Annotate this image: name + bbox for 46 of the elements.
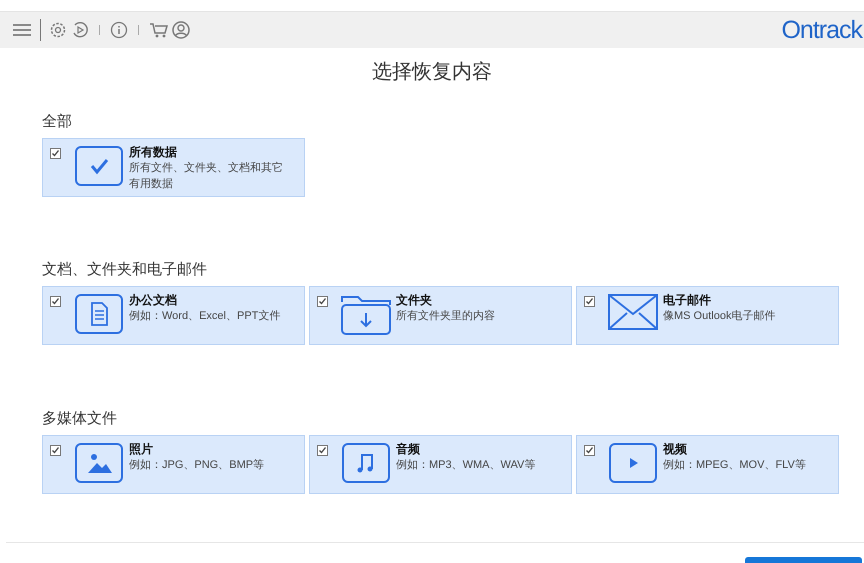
checkmark-icon — [75, 146, 123, 186]
play-circle-icon[interactable] — [71, 21, 89, 39]
option-card[interactable]: 照片 例如：JPG、PNG、BMP等 — [42, 435, 305, 494]
option-title: 所有数据 — [129, 144, 177, 160]
option-card[interactable]: 所有数据 所有文件、文件夹、文档和其它有用数据 — [42, 138, 305, 197]
checkbox[interactable] — [584, 296, 595, 307]
music-note-icon — [342, 443, 390, 483]
menu-icon[interactable] — [12, 23, 32, 37]
option-description: 所有文件、文件夹、文档和其它有用数据 — [129, 160, 284, 192]
checkbox[interactable] — [317, 445, 328, 456]
section-label: 全部 — [42, 112, 72, 132]
option-description: 例如：Word、Excel、PPT文件 — [129, 308, 282, 324]
cart-icon[interactable] — [149, 21, 169, 39]
brand-logo: Ontrack — [781, 18, 862, 42]
settings-icon[interactable] — [49, 21, 67, 39]
play-icon — [609, 443, 657, 483]
option-title: 视频 — [663, 441, 687, 457]
option-description: 例如：JPG、PNG、BMP等 — [129, 458, 266, 473]
user-icon[interactable] — [171, 20, 191, 40]
option-card[interactable]: 文件夹 所有文件夹里的内容 — [309, 286, 572, 345]
option-description: 像MS Outlook电子邮件 — [663, 309, 776, 324]
option-title: 照片 — [129, 441, 153, 457]
option-title: 办公文档 — [129, 292, 177, 308]
section-label: 多媒体文件 — [42, 409, 117, 429]
option-card[interactable]: 音频 例如：MP3、WMA、WAV等 — [309, 435, 572, 494]
option-card[interactable]: 办公文档 例如：Word、Excel、PPT文件 — [42, 286, 305, 345]
option-title: 音频 — [396, 441, 420, 457]
folder-icon — [340, 294, 392, 336]
checkbox[interactable] — [50, 148, 61, 159]
image-icon — [75, 443, 123, 483]
checkbox[interactable] — [50, 296, 61, 307]
document-icon — [75, 294, 123, 334]
page-heading: 选择恢复内容 — [371, 60, 493, 85]
checkbox[interactable] — [317, 296, 328, 307]
option-title: 文件夹 — [396, 292, 432, 308]
checkbox[interactable] — [584, 445, 595, 456]
section-label: 文档、文件夹和电子邮件 — [42, 260, 207, 280]
info-icon[interactable] — [110, 21, 128, 39]
option-description: 例如：MP3、WMA、WAV等 — [396, 458, 536, 473]
option-card[interactable]: 电子邮件 像MS Outlook电子邮件 — [576, 286, 839, 345]
option-description: 所有文件夹里的内容 — [396, 308, 496, 324]
option-title: 电子邮件 — [663, 292, 711, 308]
envelope-icon — [608, 294, 658, 330]
option-card[interactable]: 视频 例如：MPEG、MOV、FLV等 — [576, 435, 839, 494]
option-description: 例如：MPEG、MOV、FLV等 — [663, 458, 807, 473]
checkbox[interactable] — [50, 445, 61, 456]
